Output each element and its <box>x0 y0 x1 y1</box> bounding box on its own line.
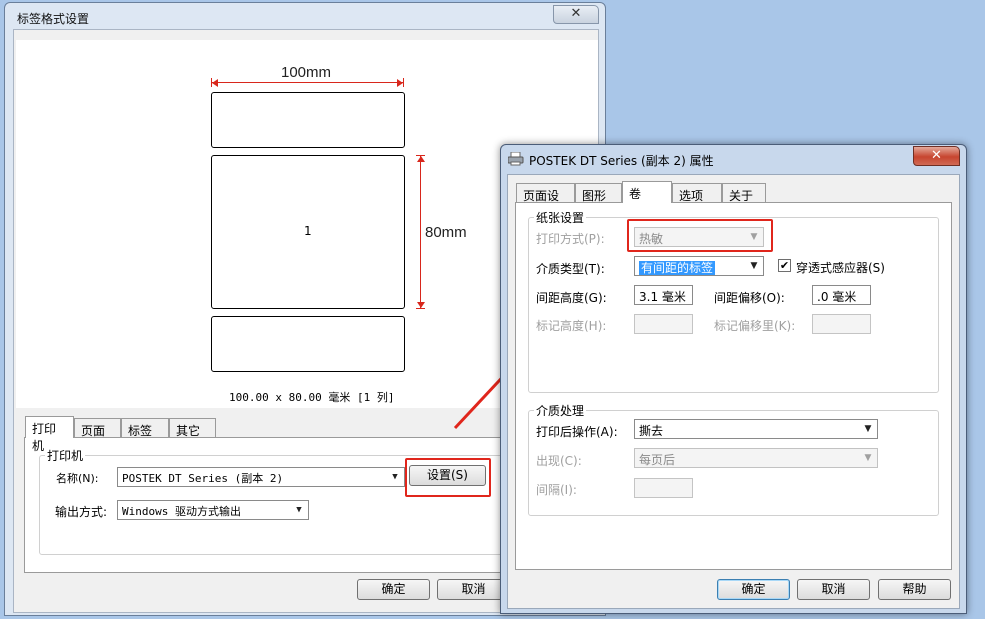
dialog-title: POSTEK DT Series (副本 2) 属性 <box>529 154 714 168</box>
mark-height-label: 标记高度(H): <box>536 319 607 333</box>
occur-value: 每页后 <box>639 453 676 467</box>
gap-height-input[interactable]: 3.1 毫米 <box>634 285 693 305</box>
mark-offset-input[interactable] <box>812 314 871 334</box>
occur-select[interactable]: 每页后 ▼ <box>634 448 878 468</box>
media-type-select[interactable]: 有间距的标签 ▼ <box>634 256 764 276</box>
interval-input[interactable] <box>634 478 693 498</box>
print-method-highlight-box <box>627 219 773 252</box>
post-print-action-value: 撕去 <box>639 424 664 438</box>
post-print-action-label: 打印后操作(A): <box>536 425 618 439</box>
gap-offset-label: 间距偏移(O): <box>714 291 785 305</box>
media-type-value: 有间距的标签 <box>639 261 716 275</box>
media-handling-title: 介质处理 <box>534 402 587 419</box>
tab-graphics[interactable]: 图形 <box>575 183 622 203</box>
mark-height-input[interactable] <box>634 314 693 334</box>
dialog-ok-button[interactable]: 确定 <box>717 579 790 600</box>
close-icon[interactable]: ✕ <box>913 146 960 166</box>
interval-label: 间隔(I): <box>536 483 577 497</box>
paper-settings-title: 纸张设置 <box>534 209 587 226</box>
print-method-label: 打印方式(P): <box>536 232 605 246</box>
gap-height-label: 间距高度(G): <box>536 291 607 305</box>
post-print-action-select[interactable]: 撕去 ▼ <box>634 419 878 439</box>
transmissive-sensor-checkbox[interactable]: ✔ <box>778 259 791 272</box>
tab-roll[interactable]: 卷 <box>622 181 672 203</box>
gap-offset-input[interactable]: .0 毫米 <box>812 285 871 305</box>
mark-offset-label: 标记偏移里(K): <box>714 319 796 333</box>
tab-printer[interactable]: 打印机 <box>25 416 74 453</box>
chevron-down-icon: ▼ <box>864 453 872 463</box>
occur-label: 出现(C): <box>536 454 582 468</box>
tab-options[interactable]: 选项 <box>672 183 722 203</box>
media-type-label: 介质类型(T): <box>536 262 605 276</box>
tab-page-setup[interactable]: 页面设置 <box>516 183 575 220</box>
dialog-cancel-button[interactable]: 取消 <box>797 579 870 600</box>
tab-about[interactable]: 关于 <box>722 183 766 203</box>
dialog-help-button[interactable]: 帮助 <box>878 579 951 600</box>
chevron-down-icon: ▼ <box>864 424 872 434</box>
transmissive-sensor-label: 穿透式感应器(S) <box>796 261 885 275</box>
printer-icon <box>508 152 524 166</box>
chevron-down-icon: ▼ <box>750 261 758 271</box>
